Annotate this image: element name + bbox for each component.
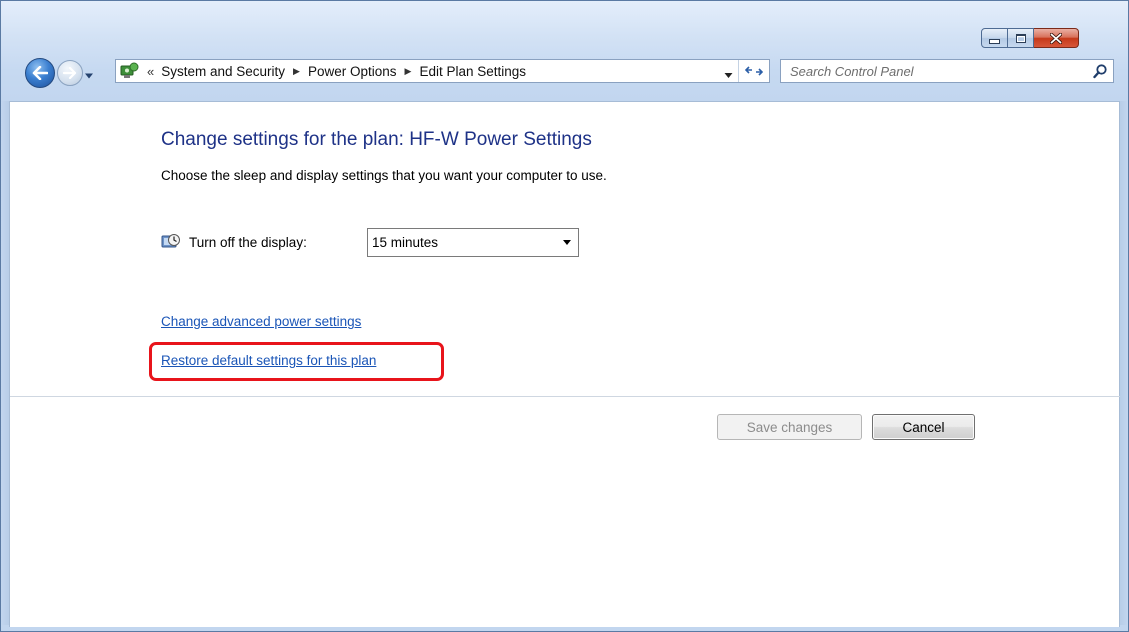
breadcrumb-overflow[interactable]: « xyxy=(145,64,158,79)
search-icon[interactable] xyxy=(1093,64,1107,79)
minimize-button[interactable] xyxy=(981,28,1008,48)
cancel-button[interactable]: Cancel xyxy=(872,414,975,440)
page-subtitle: Choose the sleep and display settings th… xyxy=(161,168,607,183)
save-changes-button[interactable]: Save changes xyxy=(717,414,862,440)
back-button[interactable] xyxy=(25,58,55,88)
forward-button[interactable] xyxy=(57,60,83,86)
change-advanced-settings-link[interactable]: Change advanced power settings xyxy=(161,314,361,329)
refresh-button[interactable] xyxy=(738,60,769,82)
address-bar[interactable]: « System and Security ▶ Power Options ▶ … xyxy=(115,59,770,83)
recent-pages-button[interactable] xyxy=(84,67,94,85)
caption-buttons xyxy=(981,28,1079,49)
breadcrumb-system-and-security[interactable]: System and Security xyxy=(158,64,288,79)
maximize-button[interactable] xyxy=(1008,28,1034,48)
window-frame-right xyxy=(1120,101,1128,631)
page-title: Change settings for the plan: HF-W Power… xyxy=(161,129,592,150)
minimize-icon xyxy=(989,32,1000,44)
dropdown-selected-value: 15 minutes xyxy=(372,235,439,250)
forward-arrow-icon xyxy=(63,67,77,79)
refresh-icon xyxy=(745,66,763,76)
maximize-icon xyxy=(1015,33,1026,43)
control-panel-icon xyxy=(120,62,139,78)
window: « System and Security ▶ Power Options ▶ … xyxy=(0,0,1129,632)
search-input[interactable] xyxy=(788,62,1082,80)
breadcrumb: « System and Security ▶ Power Options ▶ … xyxy=(145,64,529,79)
display-setting-label: Turn off the display: xyxy=(189,234,307,250)
title-bar xyxy=(1,1,1128,101)
dropdown-arrow-icon xyxy=(563,240,571,245)
breadcrumb-power-options[interactable]: Power Options xyxy=(305,64,400,79)
chevron-down-icon xyxy=(724,73,733,78)
search-box[interactable] xyxy=(780,59,1114,83)
back-arrow-icon xyxy=(32,66,48,80)
close-icon xyxy=(1050,32,1062,44)
breadcrumb-edit-plan-settings[interactable]: Edit Plan Settings xyxy=(416,64,529,79)
turn-off-display-dropdown[interactable]: 15 minutes xyxy=(367,228,579,257)
display-setting-row: Turn off the display: xyxy=(161,227,307,257)
breadcrumb-separator-icon[interactable]: ▶ xyxy=(288,66,305,77)
restore-defaults-link[interactable]: Restore default settings for this plan xyxy=(161,353,376,368)
address-dropdown-button[interactable] xyxy=(724,66,733,84)
divider xyxy=(10,396,1120,397)
window-frame-left xyxy=(1,101,9,631)
chevron-down-icon xyxy=(85,73,93,79)
display-timer-icon xyxy=(161,234,180,248)
close-button[interactable] xyxy=(1034,28,1079,48)
breadcrumb-separator-icon[interactable]: ▶ xyxy=(400,66,417,77)
